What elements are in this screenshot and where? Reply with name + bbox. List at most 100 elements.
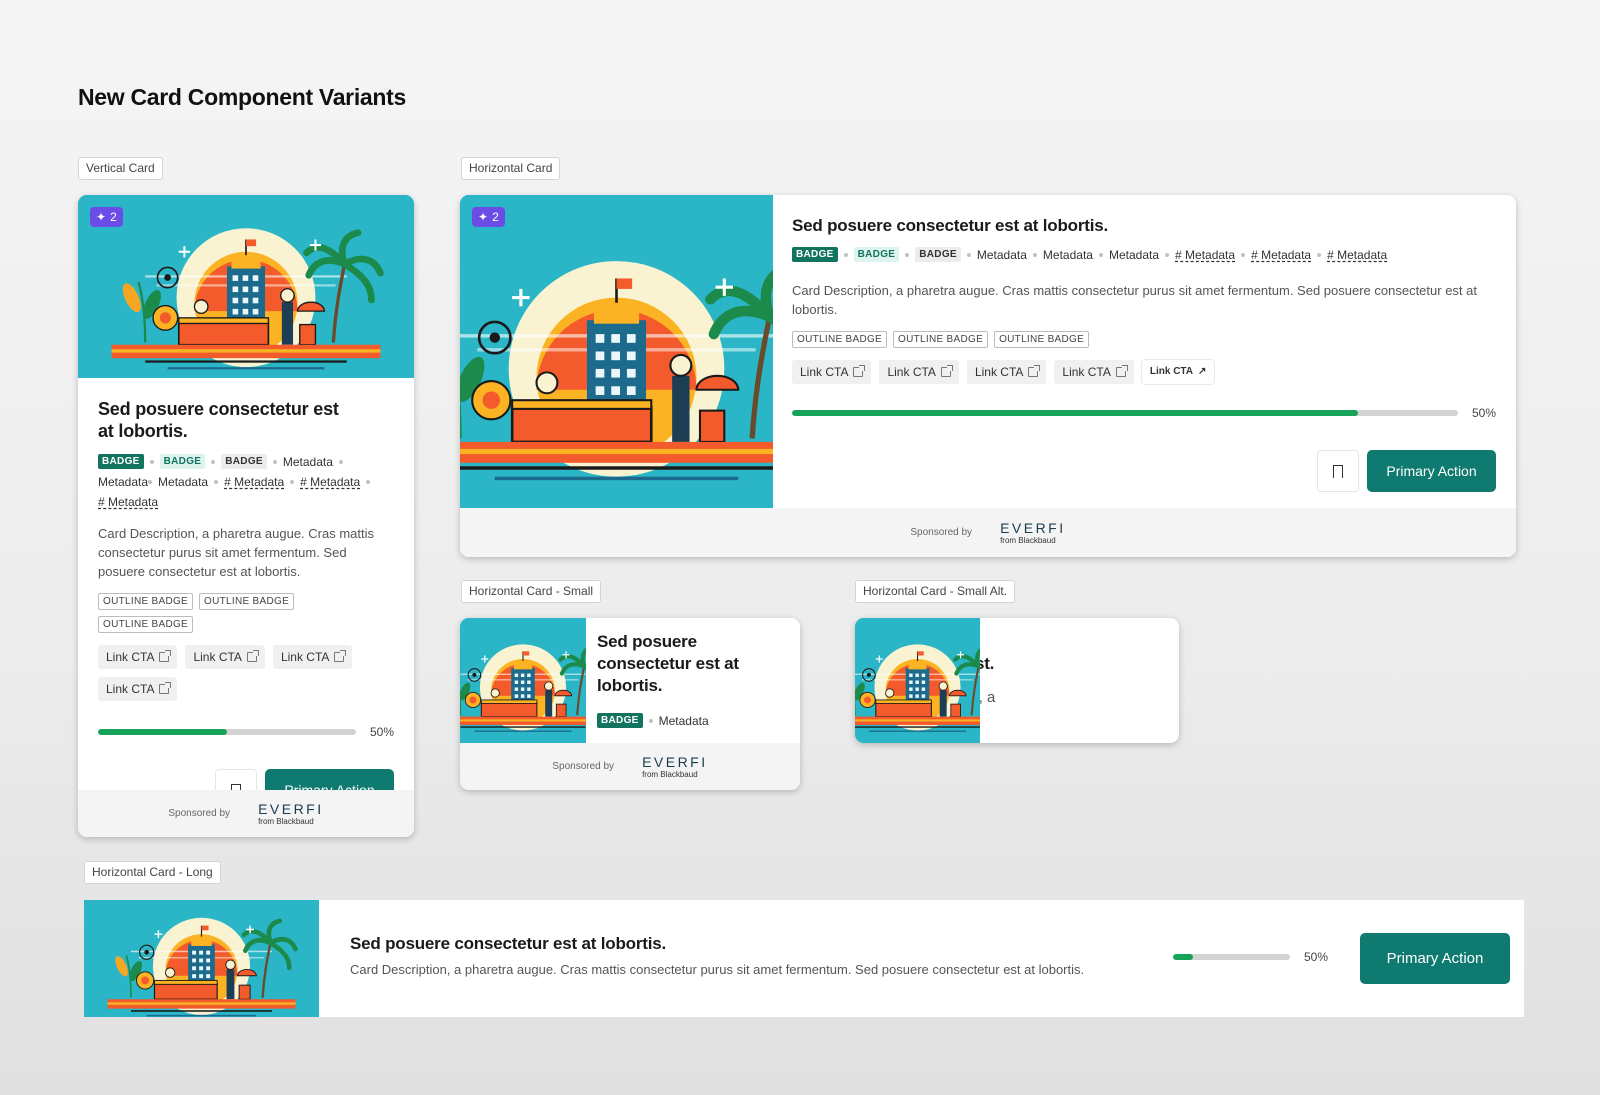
link-cta-row: Link CTA Link CTA Link CTA Link CTA	[98, 645, 358, 701]
metadata: Metadata	[1042, 247, 1093, 262]
card-title: Sed posuere consectetur est at lobortis.	[792, 216, 1109, 235]
sponsor-footer: Sponsored by EVERFI from Blackbaud	[460, 743, 800, 790]
resort-illustration-icon	[855, 618, 980, 743]
external-link-icon	[940, 365, 953, 377]
badge-light: BADGE	[159, 454, 206, 469]
sponsor-footer: Sponsored by EVERFI from Blackbaud	[78, 790, 414, 837]
section-label-vertical: Vertical Card	[78, 157, 163, 180]
section-label-horizontal: Horizontal Card	[461, 157, 561, 180]
progress: 50%	[98, 725, 394, 739]
metadata: Metadata	[158, 475, 209, 489]
section-label-horizontal-small: Horizontal Card - Small	[461, 580, 602, 603]
link-cta[interactable]: Link CTA	[98, 645, 178, 669]
external-link-icon	[246, 650, 259, 662]
sponsor-label: Sponsored by	[910, 527, 973, 538]
metadata-link[interactable]: # Metadata	[300, 475, 360, 489]
progress-fill	[792, 410, 1359, 416]
resort-illustration-icon	[460, 195, 773, 508]
link-cta-alt[interactable]: Link CTA ↗	[1141, 360, 1215, 384]
progress-track	[792, 410, 1458, 416]
sponsor-label: Sponsored by	[552, 761, 615, 772]
sparkle-icon: ✦	[96, 210, 107, 224]
card-title: Sed posuere consectetur est at lobortis.	[350, 934, 667, 953]
metadata: Metadata	[976, 247, 1027, 262]
sponsor-footer: Sponsored by EVERFI from Blackbaud	[460, 508, 1516, 557]
card-illustration	[460, 618, 586, 743]
section-label-horizontal-long: Horizontal Card - Long	[84, 861, 221, 884]
badge-light: BADGE	[853, 247, 900, 262]
meta-row: BADGE Metadata	[597, 713, 786, 728]
link-cta[interactable]: Link CTA	[792, 360, 872, 384]
metadata-link[interactable]: # Metadata	[1251, 248, 1311, 262]
card-illustration: ✦ 2	[78, 195, 414, 378]
badge-solid: BADGE	[792, 247, 838, 262]
card-illustration	[855, 618, 980, 743]
resort-illustration-icon	[460, 618, 586, 743]
link-cta[interactable]: Link CTA	[879, 360, 959, 384]
card-title: Sed posuere consectetur est at lobortis.	[597, 632, 739, 695]
outline-badge: OUTLINE BADGE	[893, 331, 989, 348]
outline-badge: OUTLINE BADGE	[199, 593, 295, 610]
progress-fill	[98, 729, 227, 735]
bookmark-button[interactable]	[1317, 450, 1359, 492]
card-description: Card Description, a pharetra augue. Cras…	[350, 962, 1085, 977]
card-description: Card Description, a pharetra augue. Cras…	[98, 526, 375, 579]
link-cta[interactable]: Link CTA	[98, 677, 178, 701]
link-cta-row: Link CTA Link CTA Link CTA Link CTA Link…	[792, 360, 1496, 384]
horizontal-card-small[interactable]: Sed posuere consectetur est at lobortis.…	[460, 618, 800, 790]
external-link-icon	[159, 682, 172, 694]
progress-fill	[1173, 954, 1193, 960]
external-link-icon	[334, 650, 347, 662]
progress-label: 50%	[1304, 950, 1329, 964]
horizontal-card-long[interactable]: Sed posuere consectetur est at lobortis.…	[84, 900, 1524, 1017]
outline-badge-row: OUTLINE BADGE OUTLINE BADGE OUTLINE BADG…	[792, 331, 1496, 348]
external-link-icon	[853, 365, 866, 377]
everfi-logo[interactable]: EVERFI from Blackbaud	[1000, 521, 1066, 545]
section-label-horizontal-small-alt: Horizontal Card - Small Alt.	[855, 580, 1016, 603]
metadata: Metadata	[1108, 247, 1160, 262]
outline-badge: OUTLINE BADGE	[994, 331, 1090, 348]
arrow-up-right-icon: ↗	[1198, 366, 1207, 377]
progress: 50%	[792, 406, 1496, 420]
outline-badge: OUTLINE BADGE	[98, 593, 194, 610]
link-cta[interactable]: Link CTA	[272, 645, 353, 669]
count-badge: ✦ 2	[472, 207, 505, 227]
meta-row: BADGE BADGE BADGE Metadata Metadata Meta…	[792, 247, 1496, 262]
bookmark-icon	[1332, 464, 1343, 482]
meta-row: BADGE BADGE BADGE Metadata Metadata Meta…	[98, 454, 394, 509]
card-actions: Primary Action	[792, 450, 1496, 492]
sparkle-icon: ✦	[478, 210, 489, 224]
progress-track	[98, 729, 356, 735]
progress-track	[1173, 954, 1290, 960]
count-badge: ✦ 2	[90, 207, 123, 227]
resort-illustration-icon	[78, 195, 414, 378]
link-cta[interactable]: Link CTA	[966, 360, 1047, 384]
progress-label: 50%	[1471, 406, 1496, 420]
page-title: New Card Component Variants	[78, 84, 407, 110]
badge-solid: BADGE	[597, 713, 643, 728]
card-title: Sed posuere consectetur est at lobortis.	[98, 399, 339, 441]
external-link-icon	[1028, 365, 1041, 377]
everfi-logo[interactable]: EVERFI from Blackbaud	[258, 802, 324, 826]
badge-gray: BADGE	[221, 454, 267, 469]
metadata-link[interactable]: # Metadata	[1327, 248, 1387, 262]
outline-badge: OUTLINE BADGE	[98, 616, 194, 633]
metadata-link[interactable]: # Metadata	[224, 475, 284, 489]
primary-action-button[interactable]: Primary Action	[1367, 450, 1496, 492]
horizontal-card[interactable]: ✦ 2 Sed posuere consectetur est at lobor…	[460, 195, 1516, 557]
metadata-link[interactable]: # Metadata	[98, 495, 158, 509]
link-cta[interactable]: Link CTA	[185, 645, 265, 669]
badge-gray: BADGE	[915, 247, 961, 262]
metadata: Metadata	[98, 475, 149, 489]
sponsor-label: Sponsored by	[168, 808, 231, 819]
primary-action-button[interactable]: Primary Action	[1360, 933, 1510, 984]
progress-label: 50%	[369, 725, 394, 739]
resort-illustration-icon	[84, 900, 319, 1017]
external-link-icon	[1115, 365, 1128, 377]
vertical-card[interactable]: ✦ 2 Sed posuere consectetur est at lobor…	[78, 195, 414, 837]
card-illustration	[84, 900, 319, 1017]
link-cta[interactable]: Link CTA	[1054, 360, 1134, 384]
everfi-logo[interactable]: EVERFI from Blackbaud	[642, 755, 708, 779]
metadata-link[interactable]: # Metadata	[1175, 248, 1235, 262]
horizontal-card-small-alt[interactable]: Sed posuere consectetur est. Card Descri…	[855, 618, 1179, 743]
